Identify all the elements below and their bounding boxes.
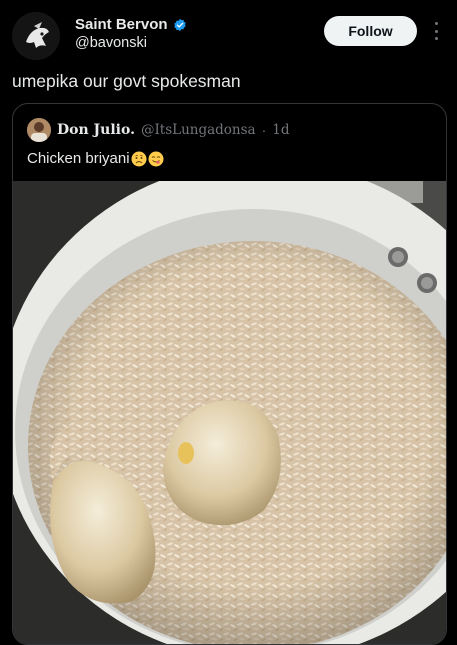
post-header: Saint Bervon @bavonski Follow [0, 0, 457, 64]
author-avatar[interactable] [12, 12, 60, 60]
follow-button[interactable]: Follow [324, 16, 417, 46]
author-handle[interactable]: @bavonski [75, 35, 187, 51]
quoted-post-text-row: Chicken briyani [27, 150, 164, 167]
more-options-icon[interactable] [428, 22, 444, 40]
separator-dot: · [261, 122, 267, 138]
quoted-author-avatar[interactable] [27, 118, 51, 142]
verified-badge-icon [173, 18, 187, 32]
quoted-post-time[interactable]: 1d [272, 122, 289, 138]
quoted-post-text: Chicken briyani [27, 150, 130, 167]
quoted-post-photo[interactable] [13, 161, 446, 644]
post-text: umepika our govt spokesman [12, 71, 241, 91]
quoted-post-header: Don Julio. @ItsLungadonsa · 1d [27, 118, 290, 142]
quoted-post[interactable]: Don Julio. @ItsLungadonsa · 1d Chicken b… [12, 103, 447, 645]
quoted-author-handle[interactable]: @ItsLungadonsa [141, 122, 256, 138]
author-names: Saint Bervon @bavonski [75, 16, 187, 51]
face-savoring-food-icon [148, 151, 164, 167]
worried-face-icon [131, 151, 147, 167]
quoted-author-name[interactable]: Don Julio. [57, 122, 135, 138]
author-display-name[interactable]: Saint Bervon [75, 16, 168, 33]
